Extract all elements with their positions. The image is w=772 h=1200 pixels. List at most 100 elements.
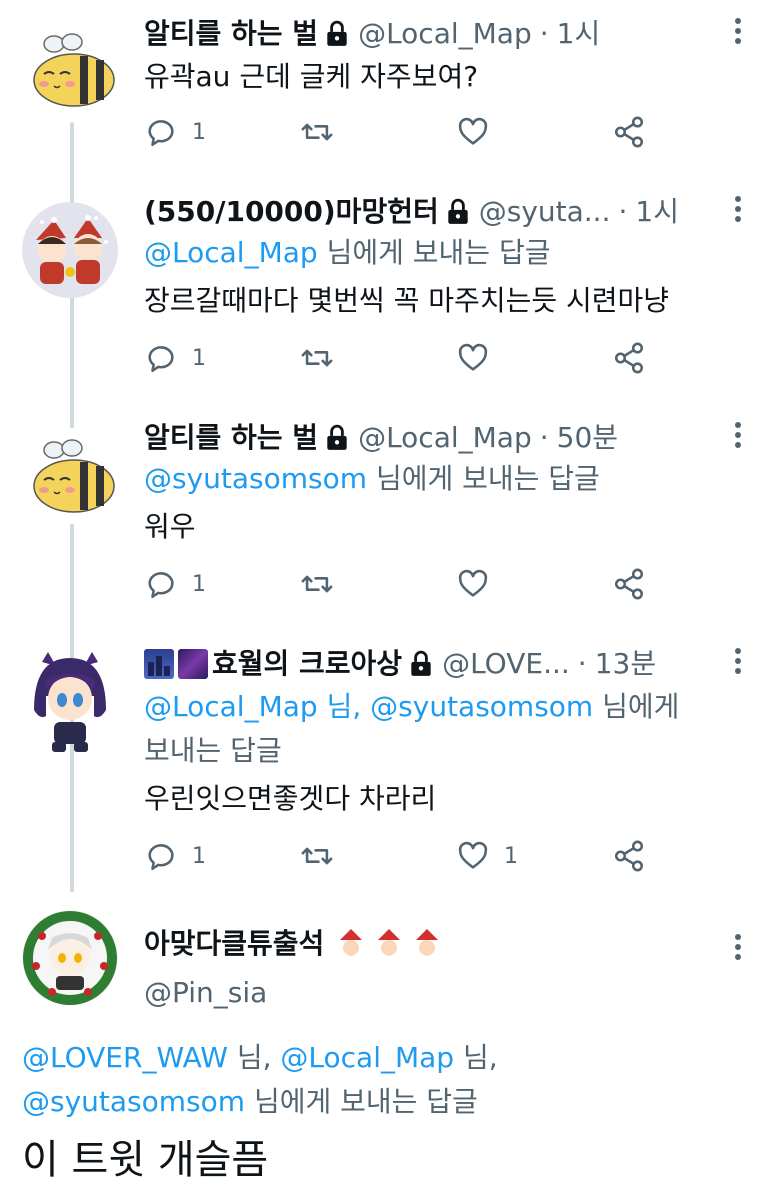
tweet-1[interactable]: 알티를 하는 벌 @Local_Map · 1시 유곽au 근데 글케 자주보여… (0, 0, 772, 176)
user-handle[interactable]: @LOVE... (442, 642, 570, 686)
mention-link[interactable]: @syutasomsom (22, 1085, 245, 1118)
more-icon[interactable] (732, 418, 744, 454)
tweet-text: 우린잇으면좋겟다 차라리 (144, 782, 437, 815)
share-icon (614, 342, 644, 374)
mention-link[interactable]: @syutasomsom (144, 462, 367, 495)
purple-hair-chibi-avatar[interactable] (22, 650, 118, 752)
lock-icon (327, 20, 347, 46)
tweet-text: 장르갈때마다 몇번씩 꼭 마주치는듯 시련마냥 (144, 284, 670, 317)
like-button[interactable]: 1 (456, 836, 518, 876)
reply-count: 1 (192, 119, 206, 145)
mention-link[interactable]: @Local_Map (144, 236, 318, 269)
timestamp[interactable]: 1시 (557, 12, 601, 56)
dot-separator: · (539, 17, 549, 50)
reply-context: @syutasomsom 님에게 보내는 답글 (144, 456, 600, 502)
reply-icon (148, 346, 174, 373)
heart-icon (458, 569, 488, 597)
tweet-2[interactable]: (550/10000)마망헌터 @syuta... · 1시 @Local_Ma… (0, 178, 772, 400)
tweet-header: 알티를 하는 벌 @Local_Map · 1시 (144, 12, 712, 56)
share-button[interactable] (612, 112, 646, 152)
retweet-button[interactable] (300, 564, 348, 604)
santa-emoji (376, 929, 403, 959)
share-button[interactable] (612, 836, 646, 876)
display-name[interactable]: (550/10000)마망헌터 (144, 190, 439, 234)
bee-avatar[interactable] (22, 428, 118, 524)
santa-emoji (414, 929, 441, 959)
tweet-actions: 1 (144, 338, 654, 378)
more-icon[interactable] (732, 192, 744, 228)
reply-button[interactable]: 1 (144, 338, 206, 378)
reply-to-text: 님에게 보내는 답글 (375, 462, 600, 495)
reply-context: @syutasomsom 님에게 보내는 답글 (22, 1080, 478, 1124)
christmas-chibi-avatar[interactable] (22, 202, 118, 298)
like-button[interactable] (456, 338, 504, 378)
reply-to-text: 님에게 보내는 답글 (253, 1085, 478, 1118)
reply-button[interactable]: 1 (144, 564, 206, 604)
reply-button[interactable]: 1 (144, 836, 206, 876)
user-handle[interactable]: @syuta... (479, 190, 611, 234)
mention-link[interactable]: @Local_Map (144, 690, 318, 723)
mention-link[interactable]: @Local_Map (280, 1041, 454, 1074)
share-button[interactable] (612, 564, 646, 604)
user-handle[interactable]: @Local_Map (358, 416, 532, 460)
display-name[interactable]: 아맞다클튜출석 (144, 922, 324, 966)
retweet-button[interactable] (300, 112, 348, 152)
mention-link[interactable]: @LOVER_WAW (22, 1041, 228, 1074)
reply-button[interactable]: 1 (144, 112, 206, 152)
tweet-text: 유곽au 근데 글케 자주보여? (144, 60, 479, 93)
reply-count: 1 (192, 571, 206, 597)
reply-to-text: 님에게 보내는 답글 (326, 236, 551, 269)
user-handle[interactable]: @Local_Map (358, 12, 532, 56)
reply-count: 1 (192, 345, 206, 371)
main-tweet-name: 아맞다클튜출석 (144, 922, 712, 966)
mention-separator: 님, (462, 1041, 498, 1074)
reply-to-text: 보내는 답글 (144, 734, 282, 767)
tweet-header: (550/10000)마망헌터 @syuta... · 1시 (144, 190, 712, 234)
main-tweet[interactable]: 아맞다클튜출석 @Pin_sia @LOVER_WAW 님, @Local_Ma… (0, 906, 772, 1200)
retweet-icon (301, 349, 333, 367)
retweet-icon (301, 847, 333, 865)
tweet-actions: 1 (144, 112, 654, 152)
share-icon (614, 116, 644, 148)
share-icon (614, 840, 644, 872)
display-name[interactable]: 알티를 하는 벌 (144, 416, 318, 460)
mention-separator: 님, (326, 690, 362, 723)
timestamp[interactable]: 1시 (635, 190, 679, 234)
share-button[interactable] (612, 338, 646, 378)
reply-icon (148, 844, 174, 871)
tweet-4[interactable]: 효월의 크로아상 @LOVE... · 13분 @Local_Map 님, @s… (0, 630, 772, 900)
timestamp[interactable]: 50분 (557, 416, 618, 460)
more-icon[interactable] (732, 14, 744, 50)
reply-icon (148, 120, 174, 147)
like-button[interactable] (456, 112, 504, 152)
like-button[interactable] (456, 564, 504, 604)
retweet-icon (301, 123, 333, 141)
more-icon[interactable] (732, 644, 744, 680)
dot-separator: · (577, 647, 587, 680)
display-name[interactable]: 효월의 크로아상 (212, 642, 402, 686)
like-count: 1 (504, 843, 518, 869)
bee-avatar[interactable] (22, 22, 118, 118)
dot-separator: · (539, 421, 549, 454)
santa-emoji (338, 929, 365, 959)
user-handle[interactable]: @Pin_sia (144, 970, 267, 1016)
timestamp[interactable]: 13분 (595, 642, 656, 686)
reply-icon (148, 572, 174, 599)
reply-context: @Local_Map 님에게 보내는 답글 (144, 230, 550, 276)
mention-separator: 님, (236, 1041, 272, 1074)
heart-icon (458, 343, 488, 371)
lock-icon (448, 198, 468, 224)
tweet-text: 이 트윗 개슬픔 (22, 1137, 269, 1183)
display-name[interactable]: 알티를 하는 벌 (144, 12, 318, 56)
tweet-text: 워우 (144, 510, 196, 543)
tweet-actions: 1 1 (144, 836, 654, 876)
wreath-avatar[interactable] (22, 910, 118, 1006)
more-icon[interactable] (732, 930, 744, 966)
tweet-3[interactable]: 알티를 하는 벌 @Local_Map · 50분 @syutasomsom 님… (0, 404, 772, 624)
mention-link[interactable]: @syutasomsom (370, 690, 593, 723)
retweet-button[interactable] (300, 338, 348, 378)
lock-icon (327, 424, 347, 450)
dot-separator: · (618, 195, 628, 228)
tweet-header: 알티를 하는 벌 @Local_Map · 50분 (144, 416, 712, 460)
retweet-button[interactable] (300, 836, 348, 876)
